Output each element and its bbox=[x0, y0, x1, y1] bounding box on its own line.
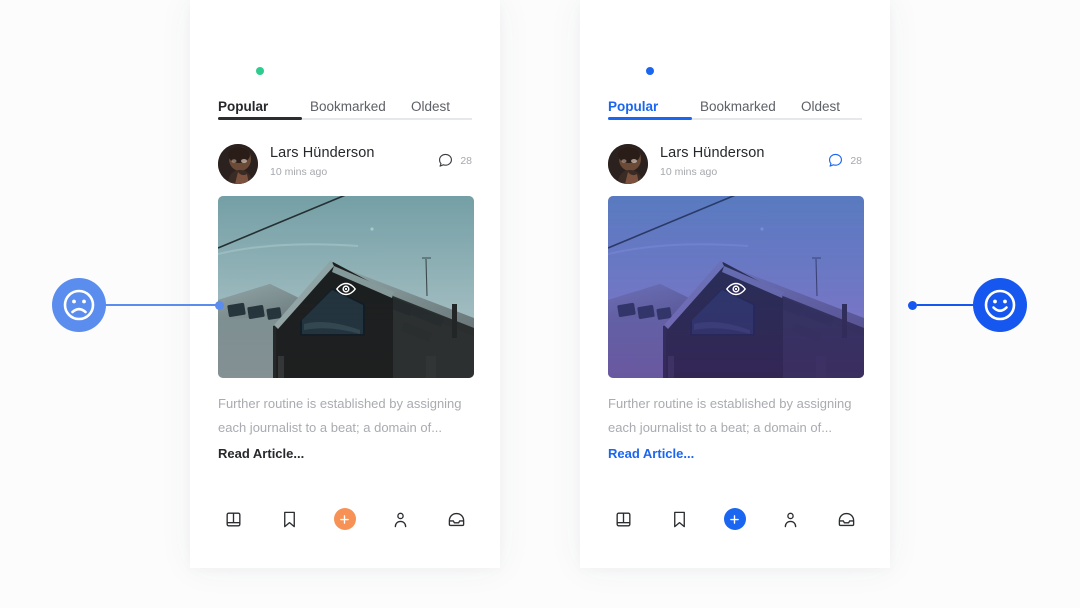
annotation-connector-line bbox=[104, 304, 218, 306]
nav-book-button[interactable] bbox=[607, 502, 641, 536]
create-fab[interactable] bbox=[333, 508, 356, 530]
bookmark-icon bbox=[283, 511, 295, 527]
annotation-endpoint-dot bbox=[908, 300, 917, 310]
notification-dot-icon bbox=[256, 67, 264, 75]
create-fab[interactable] bbox=[723, 508, 746, 530]
bottom-navigation bbox=[190, 490, 500, 548]
avatar[interactable] bbox=[218, 144, 258, 184]
post-timestamp: 10 mins ago bbox=[660, 166, 718, 178]
person-icon bbox=[394, 512, 407, 527]
person-icon bbox=[784, 512, 797, 527]
bookmark-icon bbox=[673, 511, 685, 527]
phone-mockup-right: Popular Bookmarked Oldest Lars Hünderson… bbox=[580, 0, 890, 568]
annotation-sad bbox=[52, 278, 232, 332]
phone-mockup-left: Popular Bookmarked Oldest Lars Hünderson… bbox=[190, 0, 500, 568]
post-image[interactable] bbox=[608, 196, 864, 378]
tab-bar: Popular Bookmarked Oldest bbox=[608, 67, 862, 120]
plus-icon bbox=[730, 514, 740, 524]
bottom-navigation bbox=[580, 490, 890, 548]
eye-icon bbox=[725, 282, 747, 296]
comment-count: 28 bbox=[460, 154, 472, 167]
read-article-link[interactable]: Read Article... bbox=[218, 446, 304, 461]
nav-inbox-button[interactable] bbox=[439, 502, 473, 536]
nav-inbox-button[interactable] bbox=[829, 502, 863, 536]
comment-count: 28 bbox=[850, 154, 862, 167]
notification-dot-icon bbox=[646, 67, 654, 75]
comparison-canvas: Popular Bookmarked Oldest Lars Hünderson… bbox=[0, 0, 1080, 608]
tab-bar: Popular Bookmarked Oldest bbox=[218, 67, 472, 120]
post-timestamp: 10 mins ago bbox=[270, 166, 328, 178]
nav-bookmark-button[interactable] bbox=[662, 502, 696, 536]
nav-profile-button[interactable] bbox=[384, 502, 418, 536]
tab-bookmarked[interactable]: Bookmarked bbox=[310, 99, 386, 114]
author-name: Lars Hünderson bbox=[660, 145, 765, 161]
nav-create-button[interactable] bbox=[718, 502, 752, 536]
nav-book-button[interactable] bbox=[217, 502, 251, 536]
happy-face-icon bbox=[984, 289, 1016, 321]
read-article-link[interactable]: Read Article... bbox=[608, 446, 694, 461]
book-icon bbox=[226, 511, 241, 527]
comment-icon bbox=[829, 153, 843, 167]
comment-icon bbox=[439, 153, 453, 167]
tab-popular[interactable]: Popular bbox=[608, 99, 658, 114]
tab-oldest[interactable]: Oldest bbox=[411, 99, 450, 114]
inbox-icon bbox=[838, 512, 854, 526]
tab-oldest[interactable]: Oldest bbox=[801, 99, 840, 114]
nav-bookmark-button[interactable] bbox=[272, 502, 306, 536]
avatar[interactable] bbox=[608, 144, 648, 184]
author-name: Lars Hünderson bbox=[270, 145, 375, 161]
tab-bookmarked[interactable]: Bookmarked bbox=[700, 99, 776, 114]
tab-popular[interactable]: Popular bbox=[218, 99, 268, 114]
annotation-happy bbox=[905, 278, 1080, 332]
tab-active-indicator bbox=[218, 117, 302, 120]
nav-create-button[interactable] bbox=[328, 502, 362, 536]
annotation-badge bbox=[52, 278, 106, 332]
book-icon bbox=[616, 511, 631, 527]
post-excerpt: Further routine is established by assign… bbox=[218, 396, 462, 435]
annotation-connector-line bbox=[917, 304, 977, 306]
post-author-row: Lars Hünderson 10 mins ago 28 bbox=[218, 144, 472, 186]
annotation-endpoint-dot bbox=[215, 300, 224, 310]
post-author-row: Lars Hünderson 10 mins ago 28 bbox=[608, 144, 862, 186]
post-image[interactable] bbox=[218, 196, 474, 378]
nav-profile-button[interactable] bbox=[774, 502, 808, 536]
eye-icon bbox=[335, 282, 357, 296]
tab-active-indicator bbox=[608, 117, 692, 120]
inbox-icon bbox=[448, 512, 464, 526]
plus-icon bbox=[340, 514, 350, 524]
annotation-badge bbox=[973, 278, 1027, 332]
sad-face-icon bbox=[63, 289, 95, 321]
comment-indicator[interactable]: 28 bbox=[437, 152, 472, 169]
comment-indicator[interactable]: 28 bbox=[827, 152, 862, 169]
post-excerpt: Further routine is established by assign… bbox=[608, 396, 852, 435]
